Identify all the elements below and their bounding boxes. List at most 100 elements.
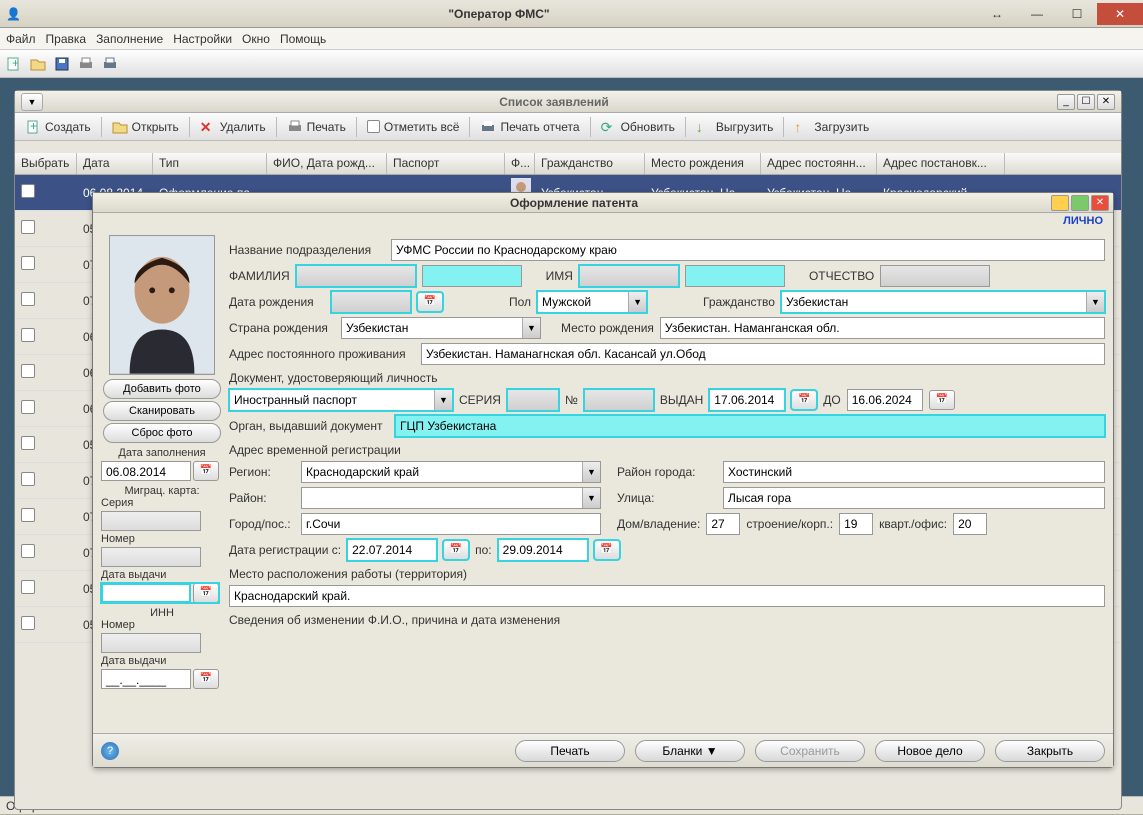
delete-button[interactable]: ✕Удалить <box>194 117 272 137</box>
permaddr-input[interactable]: Узбекистан. Наманагнская обл. Касансай у… <box>421 343 1105 365</box>
dob-input[interactable] <box>331 291 411 313</box>
citizenship-select[interactable]: Узбекистан▼ <box>781 291 1105 313</box>
print-button[interactable]: Печать <box>515 740 625 762</box>
patronymic-input[interactable] <box>880 265 990 287</box>
calendar-icon[interactable]: 📅 <box>594 540 620 560</box>
lastname-translit[interactable] <box>422 265 522 287</box>
col-header[interactable]: Гражданство <box>535 153 645 174</box>
new-case-button[interactable]: Новое дело <box>875 740 985 762</box>
doctype-select[interactable]: Иностранный паспорт▼ <box>229 389 453 411</box>
blanks-button[interactable]: Бланки ▼ <box>635 740 745 762</box>
print2-icon[interactable] <box>102 56 118 72</box>
open-icon[interactable] <box>30 56 46 72</box>
num-input[interactable] <box>584 389 654 411</box>
col-header[interactable]: Адрес постановк... <box>877 153 1005 174</box>
col-header[interactable]: Тип <box>153 153 267 174</box>
export-button[interactable]: ↓Выгрузить <box>690 117 780 137</box>
calendar-icon[interactable]: 📅 <box>417 292 443 312</box>
inn-date-input[interactable]: __.__.____ <box>101 669 191 689</box>
calendar-icon[interactable]: 📅 <box>193 461 219 481</box>
close-button[interactable]: Закрыть <box>995 740 1105 762</box>
list-max-button[interactable]: ☐ <box>1077 94 1095 110</box>
menu-file[interactable]: Файл <box>6 32 36 46</box>
close-button[interactable]: ✕ <box>1097 3 1143 25</box>
col-header[interactable]: Выбрать <box>15 153 77 174</box>
print-icon[interactable] <box>78 56 94 72</box>
menu-fill[interactable]: Заполнение <box>96 32 163 46</box>
region-select[interactable]: Краснодарский край▼ <box>301 461 601 483</box>
firstname-input[interactable] <box>579 265 679 287</box>
markall-button[interactable]: Отметить всё <box>361 118 466 136</box>
print-button[interactable]: Печать <box>281 117 352 137</box>
districtcity-input[interactable]: Хостинский <box>723 461 1105 483</box>
apt-input[interactable]: 20 <box>953 513 987 535</box>
minimize-button[interactable]: — <box>1017 3 1057 25</box>
detail-max-button[interactable] <box>1071 195 1089 211</box>
col-header[interactable]: Место рождения <box>645 153 761 174</box>
save-button[interactable]: Сохранить <box>755 740 865 762</box>
refresh-button[interactable]: ⟳Обновить <box>595 117 681 137</box>
col-header[interactable]: Паспорт <box>387 153 505 174</box>
chevron-down-icon: ▼ <box>628 292 646 312</box>
inn-number-input[interactable] <box>101 633 201 653</box>
lichno-label: ЛИЧНО <box>1063 215 1103 227</box>
menu-window[interactable]: Окно <box>242 32 270 46</box>
calendar-icon[interactable]: 📅 <box>929 390 955 410</box>
detail-close-button[interactable]: ✕ <box>1091 195 1109 211</box>
main-titlebar: 👤 "Оператор ФМС" ↔ — ☐ ✕ <box>0 0 1143 28</box>
fill-date-input[interactable]: 06.08.2014 <box>101 461 191 481</box>
list-titlebar[interactable]: ▼ Список заявлений _ ☐ ✕ <box>15 91 1121 113</box>
help-icon[interactable]: ? <box>101 742 119 760</box>
col-header[interactable]: ФИО, Дата рожд... <box>267 153 387 174</box>
col-header[interactable]: Дата <box>77 153 153 174</box>
scan-button[interactable]: Сканировать <box>103 401 221 421</box>
reset-photo-button[interactable]: Сброс фото <box>103 423 221 443</box>
regto-input[interactable]: 29.09.2014 <box>498 539 588 561</box>
list-min-button[interactable]: _ <box>1057 94 1075 110</box>
workloc-input[interactable]: Краснодарский край. <box>229 585 1105 607</box>
new-icon[interactable]: + <box>6 56 22 72</box>
street-input[interactable]: Лысая гора <box>723 487 1105 509</box>
district-select[interactable]: ▼ <box>301 487 601 509</box>
calendar-icon[interactable]: 📅 <box>791 390 817 410</box>
open-button[interactable]: Открыть <box>106 117 185 137</box>
migcard-series-input[interactable] <box>101 511 201 531</box>
save-icon[interactable] <box>54 56 70 72</box>
inn-number-label: Номер <box>101 619 223 631</box>
create-button[interactable]: +Создать <box>19 117 97 137</box>
house-input[interactable]: 27 <box>706 513 740 535</box>
calendar-icon[interactable]: 📅 <box>193 669 219 689</box>
col-header[interactable]: Ф... <box>505 153 535 174</box>
regfrom-input[interactable]: 22.07.2014 <box>347 539 437 561</box>
migcard-number-input[interactable] <box>101 547 201 567</box>
dept-input[interactable]: УФМС России по Краснодарскому краю <box>391 239 1105 261</box>
firstname-translit[interactable] <box>685 265 785 287</box>
birthcountry-select[interactable]: Узбекистан▼ <box>341 317 541 339</box>
col-header[interactable]: Адрес постоянн... <box>761 153 877 174</box>
calendar-icon[interactable]: 📅 <box>193 583 219 603</box>
birthplace-input[interactable]: Узбекистан. Наманганская обл. <box>660 317 1105 339</box>
until-input[interactable]: 16.06.2024 <box>847 389 923 411</box>
menu-settings[interactable]: Настройки <box>173 32 232 46</box>
lastname-input[interactable] <box>296 265 416 287</box>
migcard-number-label: Номер <box>101 533 223 545</box>
list-close-button[interactable]: ✕ <box>1097 94 1115 110</box>
migcard-date-input[interactable] <box>101 583 191 603</box>
detail-min-button[interactable] <box>1051 195 1069 211</box>
printreport-button[interactable]: Печать отчета <box>474 117 585 137</box>
building-input[interactable]: 19 <box>839 513 873 535</box>
menu-help[interactable]: Помощь <box>280 32 326 46</box>
sex-select[interactable]: Мужской▼ <box>537 291 647 313</box>
import-button[interactable]: ↑Загрузить <box>788 117 875 137</box>
issuer-input[interactable]: ГЦП Узбекистана <box>395 415 1105 437</box>
series-input[interactable] <box>507 389 559 411</box>
maximize-button[interactable]: ☐ <box>1057 3 1097 25</box>
city-input[interactable]: г.Сочи <box>301 513 601 535</box>
add-photo-button[interactable]: Добавить фото <box>103 379 221 399</box>
resize-icon[interactable]: ↔ <box>977 3 1017 25</box>
calendar-icon[interactable]: 📅 <box>443 540 469 560</box>
detail-titlebar[interactable]: Оформление патента ✕ <box>93 193 1113 213</box>
issued-input[interactable]: 17.06.2014 <box>709 389 785 411</box>
menu-edit[interactable]: Правка <box>46 32 87 46</box>
dropdown-icon[interactable]: ▼ <box>21 93 43 111</box>
